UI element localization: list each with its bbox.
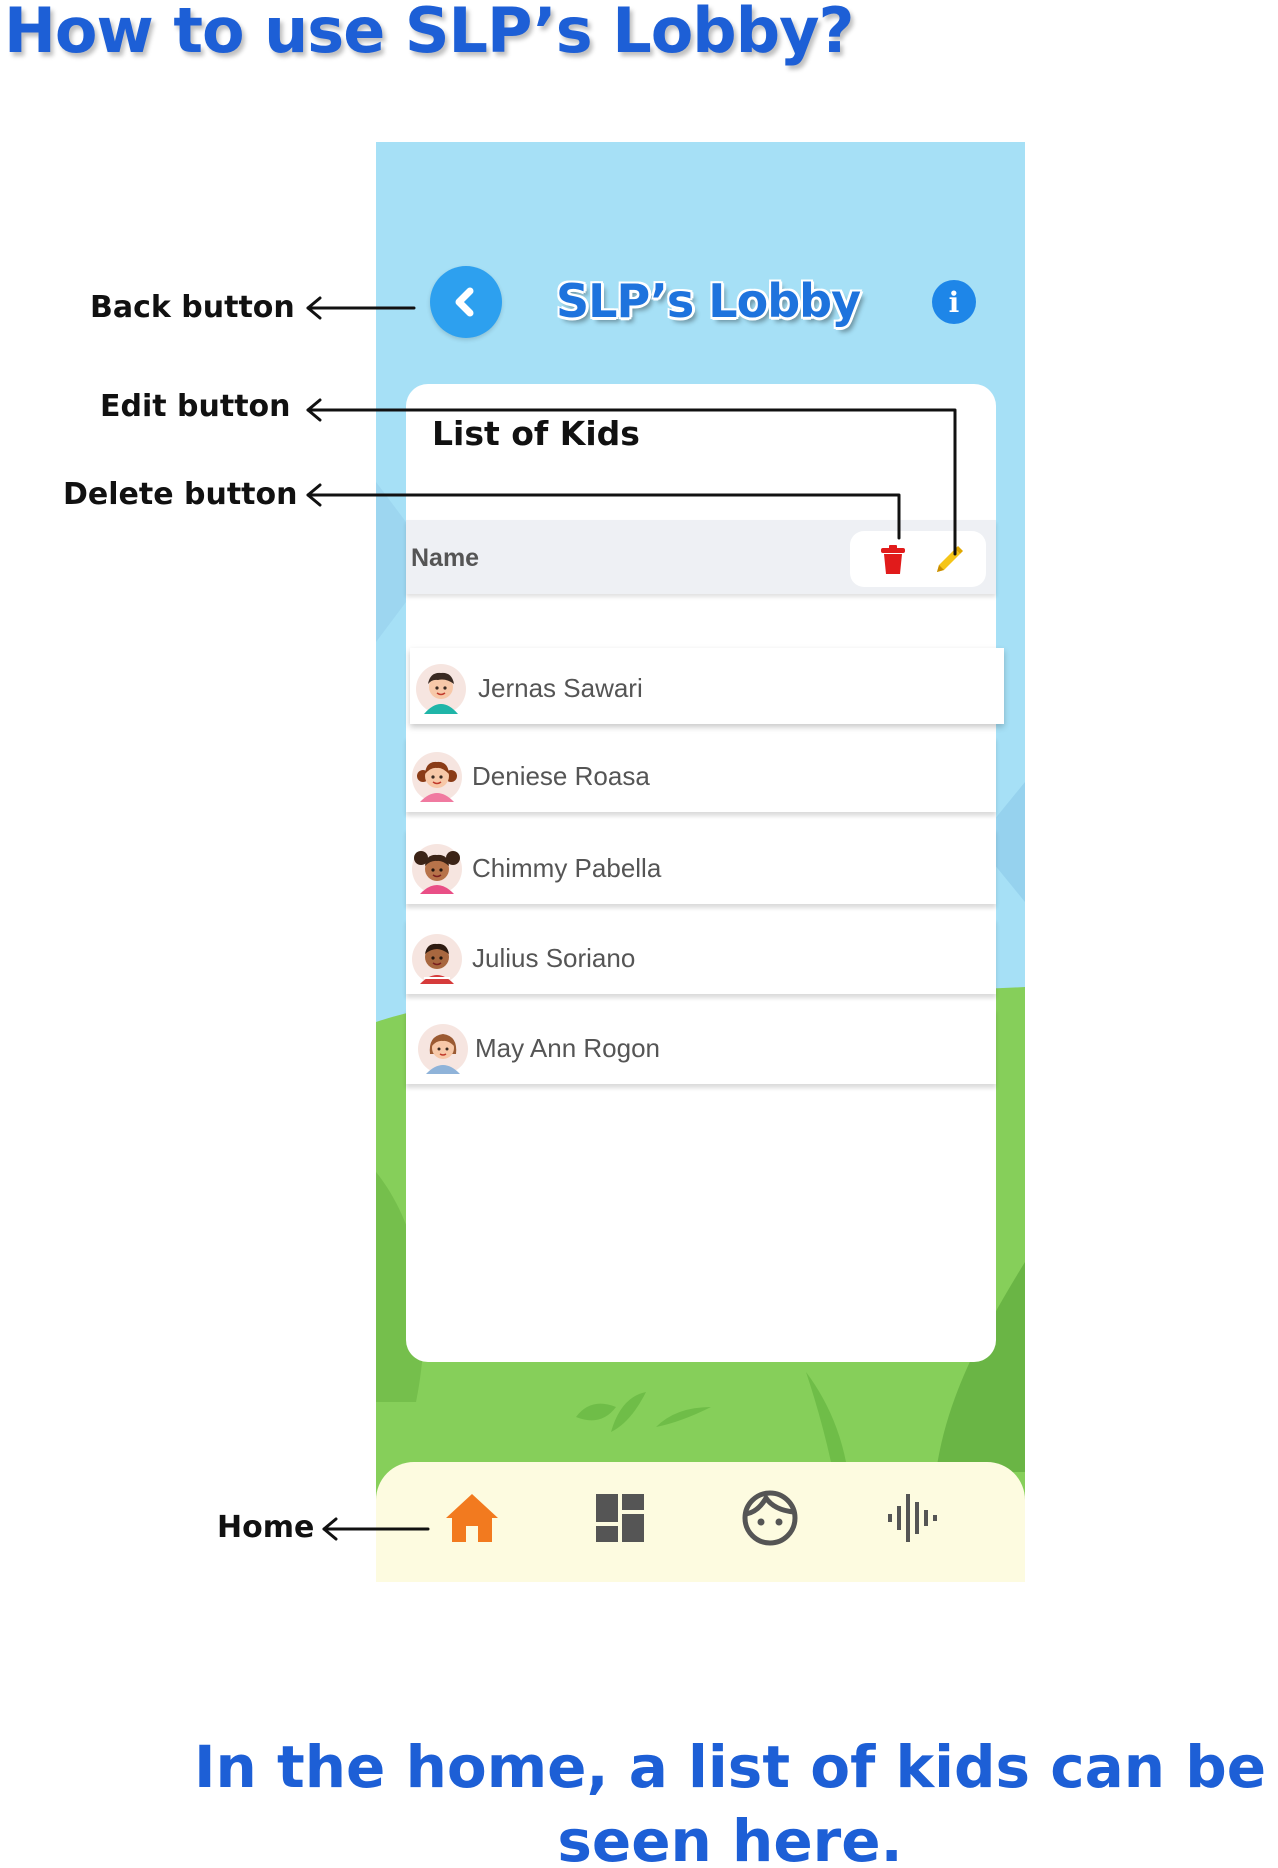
face-icon[interactable] (740, 1488, 800, 1548)
boy-avatar-icon (416, 664, 466, 714)
info-icon: i (948, 285, 960, 319)
trash-icon[interactable] (880, 545, 906, 575)
girl-avatar-icon (418, 1024, 468, 1074)
table-header: Name (406, 520, 996, 594)
back-button-annotation: Back button (90, 290, 295, 325)
home-annotation: Home (217, 1510, 315, 1545)
page-title: How to use SLP’s Lobby? (4, 0, 854, 67)
girl-avatar-icon (412, 752, 462, 802)
kid-name: Chimmy Pabella (472, 853, 662, 883)
kid-name: Jernas Sawari (478, 673, 643, 703)
phone-screenshot: SLP’s Lobby i List of Kids Name Jernas S… (376, 142, 1025, 1582)
boy-avatar-icon (412, 934, 462, 984)
home-icon[interactable] (442, 1488, 502, 1548)
kid-name: Deniese Roasa (472, 761, 650, 791)
delete-button-annotation: Delete button (63, 477, 298, 512)
audio-wave-icon[interactable] (882, 1488, 942, 1548)
info-button[interactable]: i (932, 280, 976, 324)
back-button[interactable] (430, 266, 502, 338)
kid-name: May Ann Rogon (475, 1033, 661, 1063)
header-actions (850, 531, 986, 587)
bottom-nav (376, 1462, 1025, 1582)
pencil-icon[interactable] (934, 545, 964, 575)
kid-row[interactable]: Deniese Roasa (406, 736, 996, 812)
chevron-left-icon (455, 287, 474, 317)
kid-row[interactable]: Jernas Sawari (410, 648, 1004, 724)
kid-row[interactable]: May Ann Rogon (406, 1008, 996, 1084)
name-column-header: Name (411, 544, 480, 572)
app-title: SLP’s Lobby (556, 274, 861, 328)
kid-row[interactable]: Chimmy Pabella (406, 828, 996, 904)
kid-name: Julius Soriano (472, 943, 636, 973)
kid-row[interactable]: Julius Soriano (406, 918, 996, 994)
caption: In the home, a list of kids can be seen … (193, 1733, 1267, 1868)
girl-puffs-avatar-icon (412, 844, 462, 894)
dashboard-icon[interactable] (590, 1488, 650, 1548)
edit-button-annotation: Edit button (100, 389, 291, 424)
app-header: SLP’s Lobby i (376, 142, 1025, 382)
card-title: List of Kids (432, 414, 640, 453)
kids-list-card: List of Kids Name Jernas Sawari Deniese … (406, 384, 1004, 1362)
